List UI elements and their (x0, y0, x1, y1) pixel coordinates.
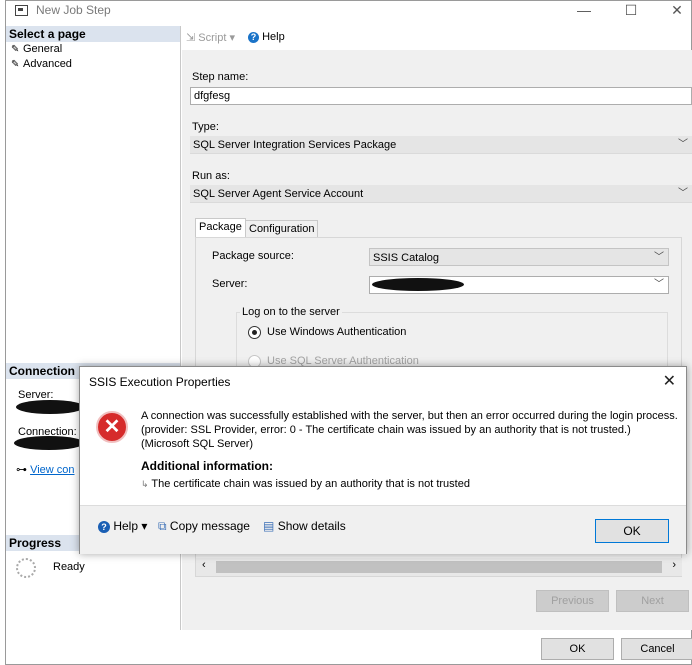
windows-auth-radio[interactable] (248, 326, 261, 339)
script-icon: ⇲ (186, 32, 196, 44)
step-name-input[interactable]: dfgfesg (190, 87, 692, 105)
copy-message-button[interactable]: ⧉ Copy message (158, 519, 250, 534)
window-title: New Job Step (36, 3, 111, 17)
arrow-icon: ↳ (141, 479, 149, 489)
close-button[interactable]: ✕ (654, 1, 692, 21)
error-message: A connection was successfully establishe… (141, 410, 678, 450)
package-source-select[interactable]: SSIS Catalog ﹀ (369, 248, 669, 266)
dialog-close-icon[interactable]: ✕ (663, 371, 676, 391)
select-page-header: Select a page (6, 26, 180, 42)
chevron-down-icon: ﹀ (678, 188, 688, 199)
previous-button[interactable]: Previous (536, 590, 609, 612)
dialog-footer: ? Help ▾ ⧉ Copy message ▤ Show details O… (80, 505, 686, 554)
scrollbar-thumb[interactable] (216, 561, 662, 573)
progress-status: Ready (53, 561, 85, 573)
ok-button[interactable]: OK (541, 638, 614, 660)
additional-info-item: ↳ The certificate chain was issued by an… (141, 478, 470, 490)
server-label: Server: (212, 278, 248, 290)
copy-icon: ⧉ (158, 519, 167, 533)
chevron-down-icon: ﹀ (678, 139, 688, 150)
details-icon: ▤ (263, 519, 275, 533)
horizontal-scrollbar[interactable]: ‹ › (196, 558, 682, 576)
window-app-icon (15, 5, 28, 16)
run-as-select[interactable]: SQL Server Agent Service Account ﹀ (190, 185, 692, 203)
wrench-icon: ✎ (11, 59, 20, 70)
redacted-scribble (372, 278, 464, 291)
show-details-button[interactable]: ▤ Show details (263, 519, 346, 533)
tab-package[interactable]: Package (195, 218, 246, 237)
scroll-left-icon[interactable]: ‹ (202, 559, 206, 571)
nav-item-advanced[interactable]: ✎ Advanced (6, 57, 180, 72)
dialog-title: SSIS Execution Properties (89, 375, 231, 389)
scroll-right-icon[interactable]: › (672, 559, 676, 571)
chevron-down-icon: ﹀ (654, 279, 664, 290)
view-connection-link[interactable]: ⊶ View con (16, 463, 75, 476)
chevron-down-icon: ﹀ (654, 252, 664, 263)
redacted-scribble (16, 400, 84, 414)
redacted-scribble (14, 436, 84, 450)
progress-spinner-icon (16, 558, 36, 578)
package-source-label: Package source: (212, 250, 294, 262)
wrench-icon: ✎ (11, 44, 20, 55)
tab-configuration[interactable]: Configuration (245, 220, 319, 238)
minimize-button[interactable]: — (561, 1, 607, 21)
windows-auth-label: Use Windows Authentication (267, 326, 407, 338)
dialog-help-button[interactable]: ? Help ▾ (98, 519, 147, 533)
new-job-step-window: New Job Step — ☐ ✕ Select a page ✎ Genera… (5, 0, 692, 665)
help-icon: ? (98, 521, 110, 533)
error-icon: ✕ (96, 411, 128, 443)
cancel-button[interactable]: Cancel (621, 638, 692, 660)
nav-item-general[interactable]: ✎ General (6, 42, 180, 57)
dialog-ok-button[interactable]: OK (595, 519, 669, 543)
nav-item-label: Advanced (23, 58, 72, 70)
help-icon: ? (248, 32, 259, 43)
logon-group-label: Log on to the server (240, 306, 342, 318)
ssis-error-dialog: SSIS Execution Properties ✕ ✕ A connecti… (79, 366, 687, 554)
script-button[interactable]: ⇲ Script ▾ (186, 31, 235, 44)
toolbar: ⇲ Script ▾ ? Help (182, 26, 692, 50)
type-select[interactable]: SQL Server Integration Services Package ﹀ (190, 136, 692, 154)
connection-icon: ⊶ (16, 464, 27, 476)
help-button[interactable]: ? Help (248, 31, 285, 43)
maximize-button[interactable]: ☐ (608, 1, 654, 21)
step-name-label: Step name: (192, 71, 249, 83)
title-bar: New Job Step — ☐ ✕ (6, 1, 691, 21)
next-button[interactable]: Next (616, 590, 689, 612)
additional-info-header: Additional information: (141, 459, 273, 473)
nav-item-label: General (23, 43, 63, 55)
type-label: Type: (192, 121, 219, 133)
run-as-label: Run as: (192, 170, 230, 182)
